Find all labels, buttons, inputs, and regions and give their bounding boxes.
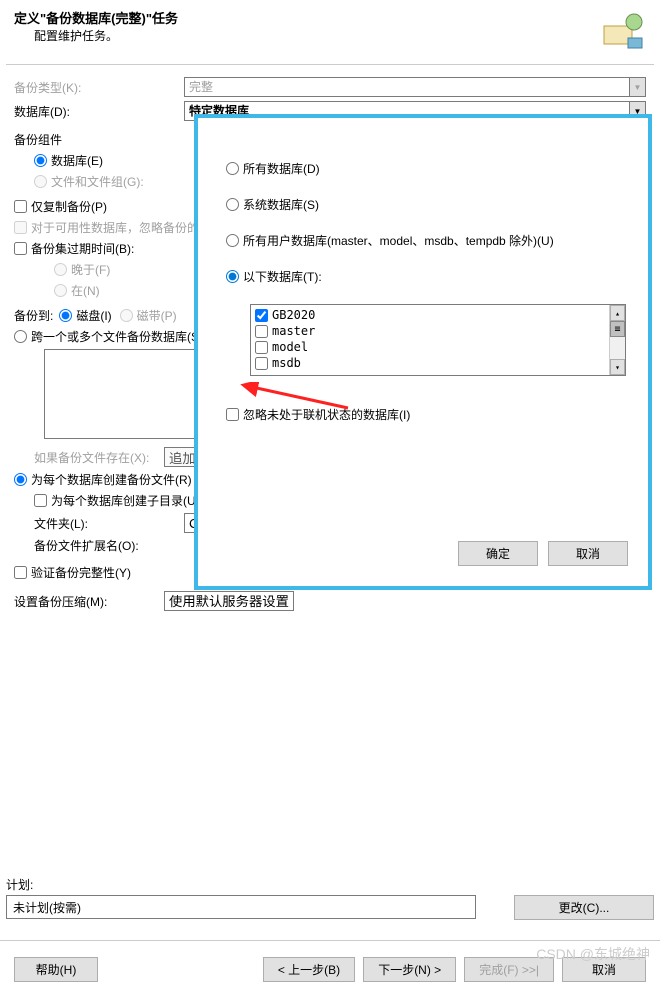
copy-only-checkbox[interactable]: 仅复制备份(P): [14, 198, 107, 215]
scroll-thumb[interactable]: ≡: [610, 321, 625, 337]
expire-after-radio: 晚于(F): [54, 261, 110, 278]
database-checklist[interactable]: GB2020 master model msdb ▴ ≡ ▾: [250, 304, 626, 376]
schedule-display: 未计划(按需): [6, 895, 476, 919]
per-db-file-radio[interactable]: 为每个数据库创建备份文件(R): [14, 471, 192, 488]
opt-user-databases[interactable]: 所有用户数据库(master、model、msdb、tempdb 除外)(U): [226, 232, 554, 249]
scroll-up-icon[interactable]: ▴: [610, 305, 625, 321]
compression-select[interactable]: 使用默认服务器设置: [164, 591, 294, 611]
ext-label: 备份文件扩展名(O):: [34, 537, 139, 554]
availability-ignore-checkbox: 对于可用性数据库，忽略备份的副本优先级和在主副本上备份设置: [14, 219, 201, 236]
prev-button[interactable]: < 上一步(B): [263, 957, 355, 982]
backup-to-tape-radio: 磁带(P): [120, 307, 177, 324]
component-label: 备份组件: [14, 131, 184, 148]
opt-system-databases[interactable]: 系统数据库(S): [226, 196, 319, 213]
if-exists-label: 如果备份文件存在(X):: [34, 449, 164, 466]
backup-to-label: 备份到:: [14, 307, 53, 324]
db-item-msdb[interactable]: msdb: [255, 355, 621, 371]
backup-type-label: 备份类型(K):: [14, 79, 184, 96]
opt-all-databases[interactable]: 所有数据库(D): [226, 160, 320, 177]
wizard-header: 定义"备份数据库(完整)"任务 配置维护任务。: [0, 0, 660, 64]
opt-these-databases[interactable]: 以下数据库(T):: [226, 268, 322, 285]
component-database-radio[interactable]: 数据库(E): [34, 152, 103, 169]
expire-on-radio: 在(N): [54, 282, 100, 299]
db-item-gb2020[interactable]: GB2020: [255, 307, 621, 323]
schedule-label: 计划:: [6, 876, 654, 893]
task-icon: [598, 8, 646, 56]
span-files-radio[interactable]: 跨一个或多个文件备份数据库(S):: [14, 328, 206, 345]
ignore-offline-checkbox[interactable]: 忽略未处于联机状态的数据库(I): [226, 406, 410, 423]
folder-label: 文件夹(L):: [34, 515, 184, 532]
per-db-subdir-checkbox[interactable]: 为每个数据库创建子目录(U): [34, 492, 200, 509]
backup-to-disk-radio[interactable]: 磁盘(I): [59, 307, 111, 324]
cancel-button[interactable]: 取消: [562, 957, 646, 982]
expire-checkbox[interactable]: 备份集过期时间(B):: [14, 240, 134, 257]
scrollbar[interactable]: ▴ ≡ ▾: [609, 305, 625, 375]
verify-checkbox[interactable]: 验证备份完整性(Y): [14, 564, 131, 581]
schedule-section: 计划: 未计划(按需) 更改(C)...: [6, 876, 654, 920]
ok-button[interactable]: 确定: [458, 541, 538, 566]
backup-type-select: 完整: [184, 77, 646, 97]
finish-button: 完成(F) >>|: [464, 957, 554, 982]
next-button[interactable]: 下一步(N) >: [363, 957, 456, 982]
database-label: 数据库(D):: [14, 103, 184, 120]
db-item-model[interactable]: model: [255, 339, 621, 355]
chevron-down-icon: ▼: [629, 78, 645, 96]
page-title: 定义"备份数据库(完整)"任务: [14, 8, 178, 27]
scroll-down-icon[interactable]: ▾: [610, 359, 625, 375]
wizard-footer: 帮助(H) < 上一步(B) 下一步(N) > 完成(F) >>| 取消: [0, 940, 660, 982]
help-button[interactable]: 帮助(H): [14, 957, 98, 982]
page-subtitle: 配置维护任务。: [34, 27, 178, 44]
compression-label: 设置备份压缩(M):: [14, 593, 164, 610]
change-schedule-button[interactable]: 更改(C)...: [514, 895, 654, 920]
cancel-button[interactable]: 取消: [548, 541, 628, 566]
db-item-master[interactable]: master: [255, 323, 621, 339]
component-filegroup-radio: 文件和文件组(G):: [34, 173, 144, 190]
database-picker-dialog: 所有数据库(D) 系统数据库(S) 所有用户数据库(master、model、m…: [194, 114, 652, 590]
